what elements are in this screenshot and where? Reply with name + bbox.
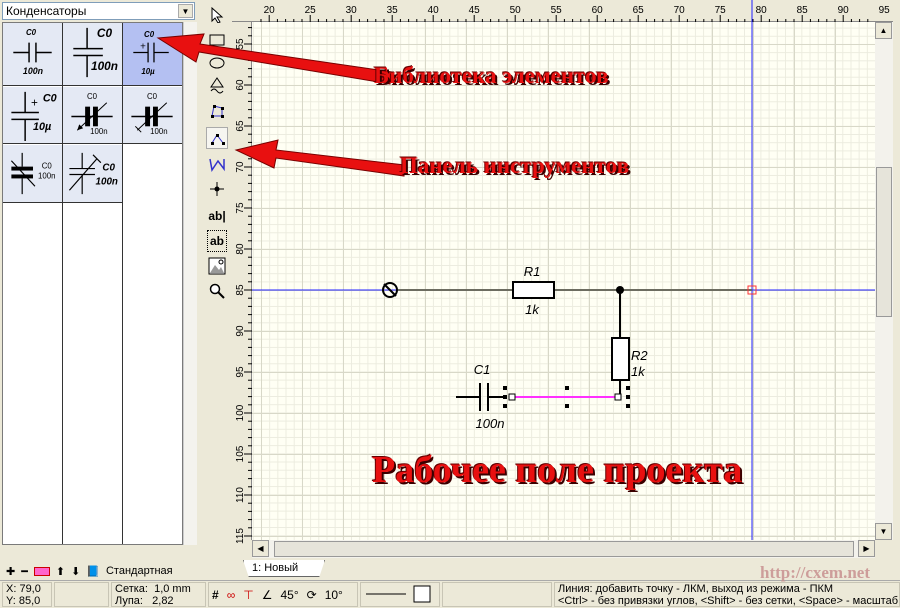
angle-step[interactable]: 45° — [280, 589, 298, 601]
polygon-tool-icon[interactable] — [206, 75, 228, 97]
grid-snap-icon[interactable]: # — [212, 589, 219, 601]
line-tool-icon[interactable] — [206, 127, 228, 149]
library-scrollbar[interactable] — [183, 22, 197, 545]
left-ruler — [232, 22, 252, 540]
text-frame-tool-icon[interactable]: ab — [207, 230, 227, 252]
hint-text: Линия: добавить точку - ЛКМ, выход из ре… — [554, 582, 900, 607]
svg-text:100n: 100n — [91, 59, 118, 73]
svg-text:+: + — [31, 97, 38, 110]
text-tool-icon[interactable]: ab| — [206, 205, 228, 227]
svg-text:C0: C0 — [43, 93, 57, 105]
scroll-up-button[interactable]: ▲ — [875, 22, 892, 39]
status-bar: X: 79,0 Y: 85,0 Сетка: 1,0 mm Лупа: 2,82 #… — [0, 580, 900, 607]
category-value: Конденсаторы — [6, 4, 87, 18]
library-item-trimmer-capacitor-vertical[interactable]: C0 100n — [63, 145, 122, 203]
svg-text:C0: C0 — [102, 163, 115, 174]
bezier-tool-icon[interactable] — [206, 100, 228, 122]
scroll-down-button[interactable]: ▼ — [875, 523, 892, 540]
svg-text:C0: C0 — [97, 26, 113, 40]
scroll-right-button[interactable]: ▶ — [858, 540, 875, 557]
library-set-name[interactable]: Стандартная — [106, 565, 173, 577]
horizontal-scroll-thumb[interactable] — [274, 541, 854, 557]
top-ruler — [232, 0, 893, 22]
status-empty — [442, 582, 552, 607]
snap-toolbar: # ∞ ⊤ ∠ 45° ⟳ 10° — [208, 582, 358, 607]
scroll-left-button[interactable]: ◀ — [252, 540, 269, 557]
zoom-tool-icon[interactable] — [206, 280, 228, 302]
annotation-workspace: Рабочее поле проекта — [372, 449, 743, 491]
svg-text:100n: 100n — [150, 127, 167, 136]
move-down-icon[interactable]: ⬇ — [71, 565, 80, 578]
library-toolbar: ✚ ━ ⬆ ⬇ 📘 Стандартная — [2, 563, 197, 579]
vertical-scroll-thumb[interactable] — [876, 167, 892, 317]
polyline-tool-icon[interactable] — [206, 153, 228, 175]
svg-text:100n: 100n — [38, 171, 55, 180]
horizontal-scrollbar[interactable]: ◀ ▶ — [252, 540, 875, 558]
svg-text:C0: C0 — [87, 92, 98, 101]
book-icon[interactable]: 📘 — [86, 565, 100, 578]
chevron-down-icon[interactable]: ▼ — [178, 4, 193, 18]
pointer-tool-icon[interactable] — [206, 4, 228, 26]
angle-icon[interactable]: ∠ — [262, 589, 273, 601]
library-item-capacitor[interactable]: C0 100n — [3, 23, 62, 86]
pin-snap-icon[interactable]: ⊤ — [243, 589, 253, 601]
line-style-selector[interactable] — [360, 582, 440, 607]
rotate-step[interactable]: 10° — [325, 589, 343, 601]
svg-text:10µ: 10µ — [33, 121, 51, 133]
move-up-icon[interactable]: ⬆ — [56, 565, 65, 578]
library-item-variable-capacitor-vertical[interactable]: C0 100n — [3, 145, 62, 203]
status-empty — [54, 582, 109, 607]
svg-text:100n: 100n — [23, 66, 44, 76]
element-library: C0 100n C0 100n C0 +10µ C0 +10µ C0 100n C0 100… — [2, 22, 183, 545]
rotate-icon[interactable]: ⟳ — [307, 589, 317, 601]
library-item-variable-capacitor[interactable]: C0 100n — [63, 87, 122, 144]
svg-text:C0: C0 — [26, 28, 37, 37]
magnet-icon[interactable]: ∞ — [227, 589, 236, 601]
tab-sheet-1[interactable]: 1: Новый лист — [243, 560, 325, 577]
library-item-trimmer-capacitor[interactable]: C0 100n — [123, 87, 182, 144]
coordinates-readout: X: 79,0 Y: 85,0 — [2, 582, 52, 607]
grid-zoom-readout: Сетка: 1,0 mm Лупа: 2,82 — [111, 582, 206, 607]
svg-text:C0: C0 — [42, 162, 53, 171]
rectangle-tool-icon[interactable] — [206, 29, 228, 51]
annotation-library: Библиотека элементов — [374, 63, 609, 88]
vertical-scrollbar[interactable]: ▲ ▼ — [875, 22, 893, 540]
ellipse-tool-icon[interactable] — [206, 52, 228, 74]
annotation-toolbar: Панель инструментов — [400, 153, 630, 178]
delete-library-icon[interactable] — [33, 566, 50, 576]
library-item-electrolytic-vertical[interactable]: C0 +10µ — [3, 87, 62, 144]
svg-text:+: + — [140, 42, 146, 53]
svg-text:C0: C0 — [147, 92, 158, 101]
remove-icon[interactable]: ━ — [21, 565, 28, 578]
connection-point-icon[interactable] — [206, 178, 228, 200]
watermark: http://cxem.net — [760, 563, 871, 582]
category-dropdown[interactable]: Конденсаторы ▼ — [2, 2, 195, 20]
library-item-capacitor-vertical[interactable]: C0 100n — [63, 23, 122, 86]
svg-text:10µ: 10µ — [141, 67, 155, 76]
image-tool-icon[interactable] — [206, 255, 228, 277]
tools-panel: ab| ab — [204, 2, 230, 302]
svg-text:C0: C0 — [144, 30, 155, 39]
library-item-electrolytic-capacitor[interactable]: C0 +10µ — [123, 23, 182, 86]
add-icon[interactable]: ✚ — [6, 565, 15, 578]
svg-text:100n: 100n — [96, 176, 118, 187]
svg-text:100n: 100n — [90, 127, 107, 136]
